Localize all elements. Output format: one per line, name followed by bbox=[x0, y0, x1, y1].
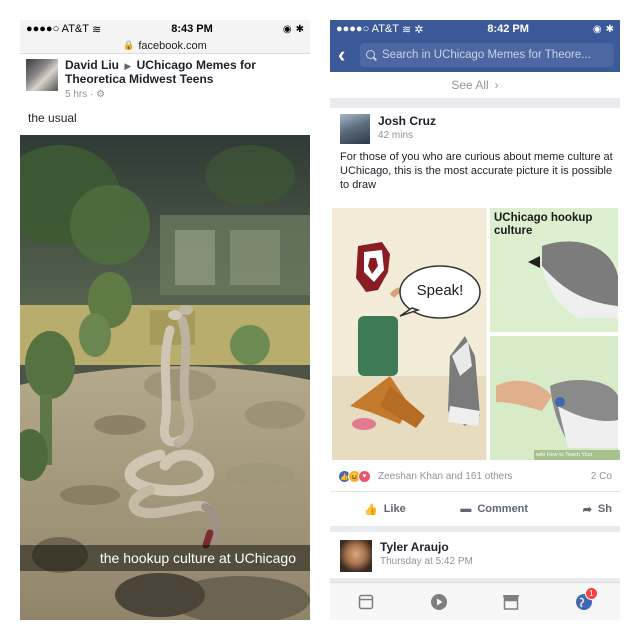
post-timestamp[interactable]: 42 mins bbox=[378, 130, 436, 141]
comment-button[interactable]: ▬ Comment bbox=[460, 503, 528, 515]
reaction-icons: 👍 😆 ♥ bbox=[338, 470, 371, 483]
url-text: facebook.com bbox=[138, 39, 207, 52]
bluetooth-icon: ✱ bbox=[295, 23, 304, 35]
author-name[interactable]: Josh Cruz bbox=[378, 114, 436, 128]
feed-divider bbox=[330, 98, 620, 108]
loading-icon: ✲ bbox=[414, 23, 424, 36]
screenshot-collage: ●●●●○ AT&T ≋ 8:43 PM ◉ ✱ 🔒 facebook.com … bbox=[0, 0, 640, 640]
avatar[interactable] bbox=[340, 114, 370, 144]
orientation-lock-icon: ◉ bbox=[592, 23, 602, 35]
status-icons: ◉ ✱ bbox=[283, 24, 304, 35]
meme-caption-text: UChicago hookup culture bbox=[494, 212, 593, 237]
author-name[interactable]: Tyler Araujo bbox=[380, 540, 473, 554]
post-text: For those of you who are curious about m… bbox=[340, 151, 613, 191]
chevron-right-icon: › bbox=[494, 78, 499, 92]
bluetooth-icon: ✱ bbox=[605, 23, 614, 35]
marketplace-icon[interactable] bbox=[501, 592, 521, 612]
search-icon bbox=[366, 49, 377, 61]
carrier-label: ●●●●○ AT&T ≋ bbox=[26, 23, 102, 36]
wifi-icon: ≋ bbox=[401, 23, 412, 36]
status-icons: ◉ ✱ bbox=[593, 24, 614, 35]
status-bar: ●●●●○ AT&T ≋ ✲ 8:42 PM ◉ ✱ bbox=[330, 20, 620, 38]
author-name[interactable]: David Liu bbox=[65, 58, 119, 72]
share-button[interactable]: ➦ Sh bbox=[583, 503, 612, 516]
reactions-row[interactable]: 👍 😆 ♥ Zeeshan Khan and 161 others 2 Co bbox=[330, 462, 620, 492]
post-actions: 👍 Like ▬ Comment ➦ Sh bbox=[330, 492, 620, 526]
thumbs-up-icon: 👍 bbox=[364, 503, 378, 516]
wikihow-watermark: wiki How to Teach Your bbox=[536, 452, 593, 458]
status-time: 8:42 PM bbox=[487, 23, 529, 35]
feed-post-next: Tyler Araujo Thursday at 5:42 PM bbox=[330, 532, 620, 578]
post-caption: the usual bbox=[28, 111, 77, 125]
video-icon[interactable] bbox=[429, 592, 449, 612]
notifications-globe-icon[interactable]: 1 bbox=[574, 586, 598, 612]
comments-count[interactable]: 2 Co bbox=[591, 471, 612, 482]
news-feed-icon[interactable] bbox=[356, 592, 376, 612]
lock-icon: 🔒 bbox=[123, 40, 135, 50]
feed-post: Josh Cruz 42 mins For those of you who a… bbox=[330, 108, 620, 526]
top-navigation-bar: ‹ Search in UChicago Memes for Theore... bbox=[330, 38, 620, 72]
comment-bubble-icon: ▬ bbox=[460, 503, 472, 515]
search-placeholder: Search in UChicago Memes for Theore... bbox=[382, 49, 591, 61]
wifi-icon: ≋ bbox=[91, 23, 102, 36]
post-header: Josh Cruz 42 mins bbox=[330, 108, 620, 148]
share-arrow-icon: ➦ bbox=[582, 503, 592, 516]
meme-speech-bubble-text: Speak! bbox=[416, 282, 464, 299]
avatar[interactable] bbox=[26, 59, 58, 91]
post-photo[interactable]: the hookup culture at UChicago bbox=[20, 135, 310, 620]
avatar[interactable] bbox=[340, 540, 372, 572]
back-chevron-icon[interactable]: ‹ bbox=[338, 44, 352, 66]
see-all-link[interactable]: See All › bbox=[330, 72, 620, 98]
post-author-line: David Liu ▶ UChicago Memes for Theoretic… bbox=[65, 59, 304, 101]
love-reaction-icon: ♥ bbox=[358, 470, 371, 483]
bottom-tab-bar: 1 bbox=[330, 582, 620, 620]
status-time: 8:43 PM bbox=[171, 23, 213, 35]
post-timestamp[interactable]: Thursday at 5:42 PM bbox=[380, 556, 473, 567]
reactions-summary: Zeeshan Khan and 161 others bbox=[378, 471, 513, 482]
wikihow-meme-illustration bbox=[330, 206, 620, 462]
right-phone-screen: ●●●●○ AT&T ≋ ✲ 8:42 PM ◉ ✱ ‹ Search in U… bbox=[330, 20, 620, 620]
audience-icon: ⚙ bbox=[96, 89, 106, 100]
group-search-input[interactable]: Search in UChicago Memes for Theore... bbox=[360, 43, 614, 67]
arrow-right-icon: ▶ bbox=[124, 61, 132, 71]
post-header: David Liu ▶ UChicago Memes for Theoretic… bbox=[20, 54, 310, 105]
like-button[interactable]: 👍 Like bbox=[364, 503, 406, 516]
meme-image[interactable]: Speak! UChicago hookup culture wiki How … bbox=[330, 206, 620, 462]
notification-badge: 1 bbox=[584, 586, 598, 600]
carrier-label: ●●●●○ AT&T ≋ ✲ bbox=[336, 23, 424, 36]
snapchat-caption-bar: the hookup culture at UChicago bbox=[20, 545, 310, 571]
status-bar: ●●●●○ AT&T ≋ 8:43 PM ◉ ✱ bbox=[20, 20, 310, 38]
url-bar[interactable]: 🔒 facebook.com bbox=[20, 38, 310, 54]
post-meta: 5 hrs · ⚙ bbox=[65, 89, 106, 100]
orientation-lock-icon: ◉ bbox=[282, 23, 292, 35]
left-phone-screen: ●●●●○ AT&T ≋ 8:43 PM ◉ ✱ 🔒 facebook.com … bbox=[20, 20, 310, 620]
